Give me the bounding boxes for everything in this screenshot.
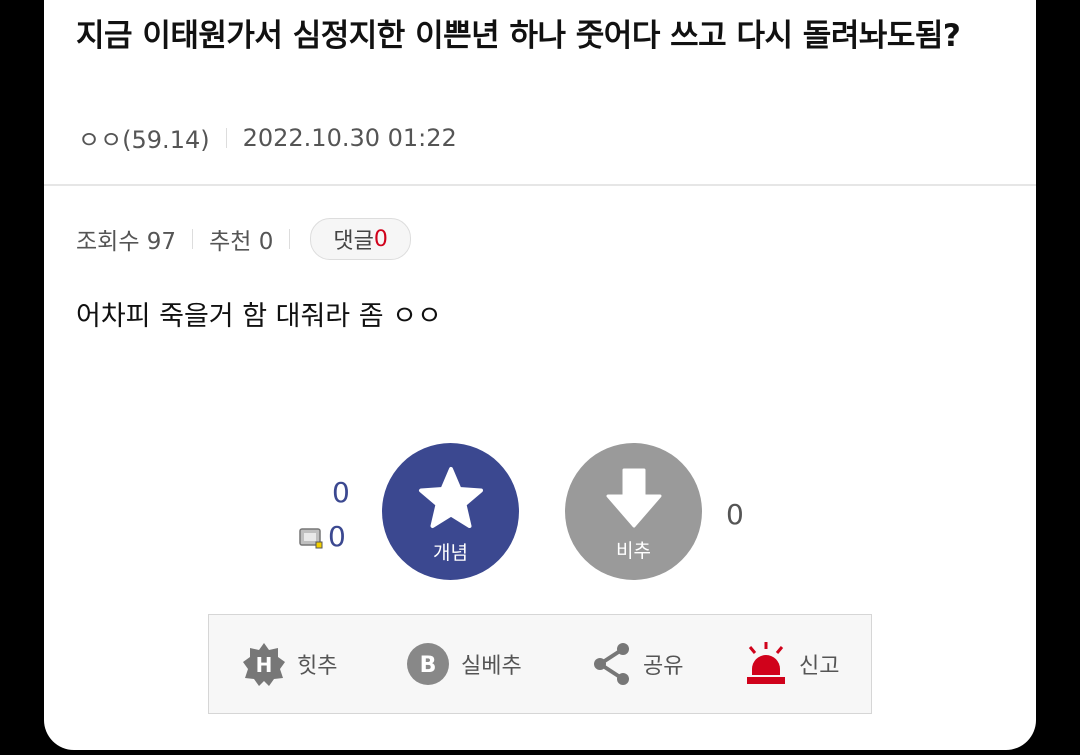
report-button[interactable]: 신고: [743, 641, 839, 687]
post-meta: ㅇㅇ(59.14) 2022.10.30 01:22: [78, 120, 457, 155]
svg-text:B: B: [420, 653, 437, 678]
share-label: 공유: [643, 654, 684, 679]
fixed-count-row: 0: [298, 520, 346, 553]
post-body: 어차피 죽을거 함 대줘라 좀 ㅇㅇ: [76, 301, 442, 332]
comment-button[interactable]: 댓글 0: [310, 218, 411, 260]
fixed-count: 0: [328, 520, 346, 553]
post-card: 지금 이태원가서 심정지한 이쁜년 하나 줏어다 쓰고 다시 돌려놔도됨? ㅇㅇ…: [44, 0, 1036, 750]
best-label: 실베추: [461, 654, 522, 679]
stats-divider: [192, 229, 194, 249]
hit-icon: H: [241, 641, 287, 687]
action-bar: H 힛추 B 실베추 공유 신고: [208, 614, 872, 714]
comment-label: 댓글: [333, 229, 374, 254]
star-icon: [416, 466, 486, 532]
share-icon: [591, 641, 633, 687]
post-datetime: 2022.10.30 01:22: [242, 123, 457, 152]
hit-label: 힛추: [297, 654, 338, 679]
hit-recommend-button[interactable]: H 힛추: [241, 641, 337, 687]
svg-text:H: H: [256, 653, 273, 677]
upvote-count: 0: [332, 476, 350, 509]
upvote-button[interactable]: 개념: [382, 443, 519, 580]
header-divider: [44, 184, 1036, 186]
comment-count: 0: [373, 226, 388, 252]
upvote-label: 개념: [433, 542, 468, 564]
share-button[interactable]: 공유: [591, 641, 683, 687]
post-author[interactable]: ㅇㅇ(59.14): [78, 120, 210, 155]
downvote-button[interactable]: 비추: [565, 443, 702, 580]
downvote-label: 비추: [616, 540, 651, 562]
stats-divider: [289, 229, 291, 249]
report-label: 신고: [799, 654, 840, 679]
downvote-count: 0: [726, 498, 744, 531]
arrow-down-icon: [602, 466, 666, 530]
siren-icon: [743, 641, 789, 687]
meta-divider: [225, 127, 227, 148]
fixed-user-icon: [298, 524, 324, 550]
post-stats: 조회수 97 추천 0 댓글 0: [76, 218, 411, 260]
view-count: 조회수 97: [76, 229, 177, 255]
best-icon: B: [405, 641, 451, 687]
best-recommend-button[interactable]: B 실베추: [405, 641, 522, 687]
post-title: 지금 이태원가서 심정지한 이쁜년 하나 줏어다 쓰고 다시 돌려놔도됨?: [76, 18, 961, 54]
recommend-count: 추천 0: [209, 229, 274, 255]
